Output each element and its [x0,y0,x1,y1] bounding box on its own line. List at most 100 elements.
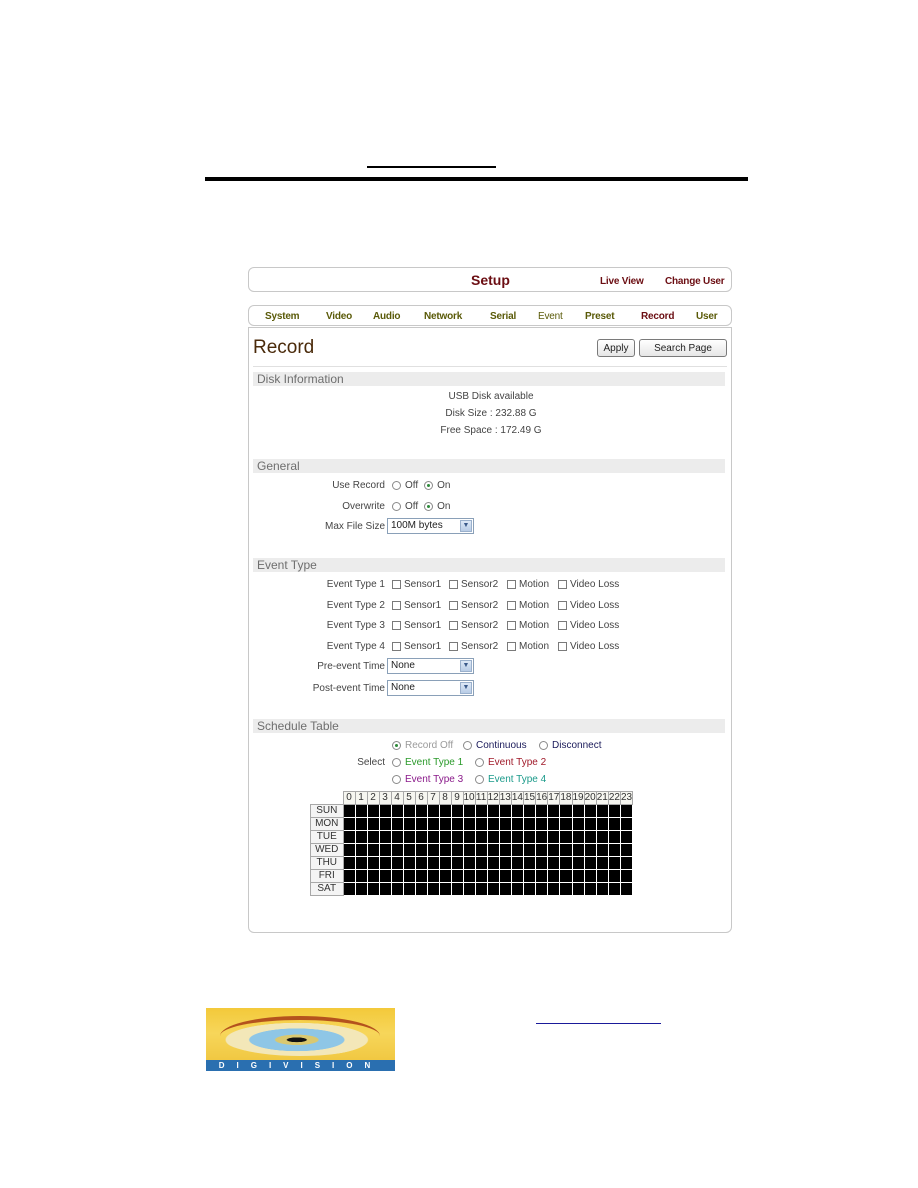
schedule-slot[interactable] [535,804,549,818]
schedule-slot[interactable] [402,856,416,870]
schedule-slot[interactable] [547,856,561,870]
hour-header[interactable]: 16 [535,791,549,805]
schedule-slot[interactable] [571,882,585,896]
schedule-slot[interactable] [414,843,428,857]
hour-header[interactable]: 5 [402,791,416,805]
schedule-slot[interactable] [366,843,380,857]
schedule-slot[interactable] [366,882,380,896]
schedule-slot[interactable] [498,882,512,896]
schedule-slot[interactable] [438,856,452,870]
hour-header[interactable]: 15 [522,791,537,805]
schedule-slot[interactable] [450,830,464,844]
schedule-slot[interactable] [571,830,585,844]
schedule-slot[interactable] [619,804,634,818]
schedule-slot[interactable] [522,843,537,857]
schedule-slot[interactable] [366,830,380,844]
day-header[interactable]: FRI [310,869,344,883]
schedule-slot[interactable] [547,830,561,844]
schedule-slot[interactable] [559,830,573,844]
schedule-slot[interactable] [414,804,428,818]
schedule-slot[interactable] [426,830,440,844]
schedule-slot[interactable] [498,817,512,831]
event-type-2-video-loss-checkbox[interactable] [558,600,567,610]
schedule-slot[interactable] [607,830,622,844]
schedule-slot[interactable] [607,856,622,870]
change-user-link[interactable]: Change User [665,276,725,287]
event-type-1-sensor2-checkbox[interactable] [449,580,458,589]
apply-button[interactable]: Apply [597,339,635,357]
event-type-3-motion-checkbox[interactable] [507,621,516,630]
hour-header[interactable]: 11 [474,791,488,805]
schedule-slot[interactable] [510,882,525,896]
schedule-slot[interactable] [414,882,428,896]
schedule-slot[interactable] [522,830,537,844]
schedule-slot[interactable] [571,804,585,818]
schedule-slot[interactable] [414,856,428,870]
hour-header[interactable]: 1 [354,791,368,805]
schedule-slot[interactable] [583,869,597,883]
schedule-slot[interactable] [378,830,392,844]
schedule-slot[interactable] [619,882,634,896]
schedule-slot[interactable] [510,856,525,870]
schedule-slot[interactable] [342,856,356,870]
schedule-slot[interactable] [547,804,561,818]
schedule-slot[interactable] [354,843,368,857]
schedule-slot[interactable] [547,869,561,883]
schedule-slot[interactable] [595,843,609,857]
event-type-2-sensor2-checkbox[interactable] [449,600,458,610]
schedule-slot[interactable] [438,804,452,818]
event-type-4-video-loss-checkbox[interactable] [558,641,567,651]
schedule-slot[interactable] [547,882,561,896]
schedule-slot[interactable] [559,869,573,883]
schedule-slot[interactable] [474,830,488,844]
schedule-slot[interactable] [402,869,416,883]
schedule-slot[interactable] [595,804,609,818]
schedule-slot[interactable] [535,843,549,857]
mode-event-type-1-radio[interactable] [392,758,401,767]
schedule-slot[interactable] [366,869,380,883]
schedule-slot[interactable] [390,817,404,831]
schedule-slot[interactable] [583,804,597,818]
schedule-slot[interactable] [450,804,464,818]
nav-record[interactable]: Record [641,311,674,322]
mode-event-type-4-radio[interactable] [475,775,484,784]
schedule-slot[interactable] [426,817,440,831]
schedule-slot[interactable] [595,817,609,831]
schedule-slot[interactable] [595,830,609,844]
schedule-slot[interactable] [354,882,368,896]
event-type-1-motion-checkbox[interactable] [507,580,516,589]
schedule-slot[interactable] [535,830,549,844]
schedule-slot[interactable] [595,869,609,883]
schedule-slot[interactable] [486,830,500,844]
schedule-slot[interactable] [619,856,634,870]
schedule-slot[interactable] [366,817,380,831]
overwrite-on-radio[interactable] [424,502,434,511]
schedule-slot[interactable] [390,869,404,883]
overwrite-off-radio[interactable] [392,502,401,511]
schedule-slot[interactable] [426,882,440,896]
schedule-slot[interactable] [595,856,609,870]
schedule-slot[interactable] [559,817,573,831]
schedule-slot[interactable] [619,817,634,831]
day-header[interactable]: SAT [310,882,344,896]
schedule-slot[interactable] [583,817,597,831]
schedule-slot[interactable] [547,817,561,831]
schedule-slot[interactable] [378,804,392,818]
schedule-slot[interactable] [402,882,416,896]
schedule-slot[interactable] [619,830,634,844]
schedule-slot[interactable] [559,882,573,896]
mode-continuous-radio[interactable] [463,741,472,750]
event-type-3-sensor1-checkbox[interactable] [392,621,401,630]
schedule-slot[interactable] [438,843,452,857]
nav-user[interactable]: User [696,311,718,322]
schedule-slot[interactable] [486,817,500,831]
schedule-slot[interactable] [438,869,452,883]
schedule-slot[interactable] [498,843,512,857]
schedule-slot[interactable] [402,817,416,831]
schedule-slot[interactable] [595,882,609,896]
event-type-2-sensor1-checkbox[interactable] [392,600,401,610]
nav-audio[interactable]: Audio [373,311,401,322]
schedule-slot[interactable] [607,882,622,896]
event-type-1-video-loss-checkbox[interactable] [558,580,567,589]
schedule-slot[interactable] [583,843,597,857]
